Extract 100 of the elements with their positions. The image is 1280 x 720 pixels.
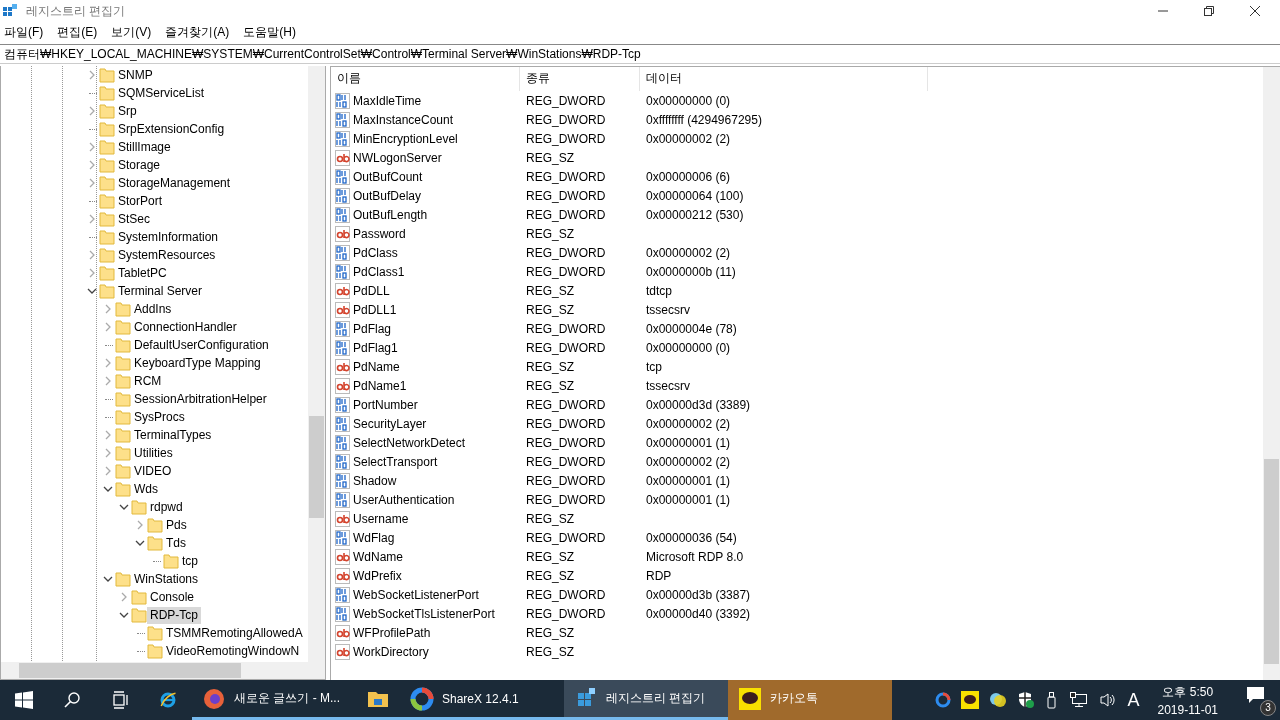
close-icon[interactable] <box>1250 6 1260 16</box>
tree-item[interactable]: TerminalTypes <box>131 426 215 444</box>
tree-item[interactable]: WinStations <box>131 570 202 588</box>
scrollbar[interactable] <box>1 662 325 679</box>
tree-item[interactable]: StillImage <box>115 138 174 156</box>
shield-icon[interactable] <box>1017 691 1036 709</box>
tree-item[interactable]: Storage <box>115 156 164 174</box>
chevron-right-icon[interactable] <box>87 268 97 278</box>
chevron-down-icon[interactable] <box>103 574 113 584</box>
tree-item[interactable]: tcp <box>179 552 201 570</box>
menu-item[interactable]: 도움말(H) <box>243 23 296 41</box>
value-name[interactable]: WebSocketListenerPort <box>353 587 479 602</box>
chevron-right-icon[interactable] <box>87 70 97 80</box>
value-name[interactable]: Username <box>353 511 409 526</box>
menu-item[interactable]: 편집(E) <box>57 23 98 41</box>
value-name[interactable]: SecurityLayer <box>353 416 427 431</box>
speaker-icon[interactable] <box>1099 691 1118 709</box>
tree-item[interactable]: StorPort <box>115 192 165 210</box>
value-name[interactable]: PdName1 <box>353 378 407 393</box>
value-name[interactable]: WFProfilePath <box>353 625 431 640</box>
tree-item[interactable]: VideoRemotingWindowN <box>163 642 303 660</box>
tree-item[interactable]: KeyboardType Mapping <box>131 354 264 372</box>
input-method-indicator[interactable]: A <box>1127 689 1140 711</box>
value-name[interactable]: SelectNetworkDetect <box>353 435 466 450</box>
value-name[interactable]: PdDLL1 <box>353 302 397 317</box>
tree-item[interactable]: Utilities <box>131 444 176 462</box>
chevron-down-icon[interactable] <box>103 484 113 494</box>
menu-item[interactable]: 파일(F) <box>4 23 44 41</box>
value-name[interactable]: WdFlag <box>353 530 395 545</box>
tree-item[interactable]: VIDEO <box>131 462 175 480</box>
value-name[interactable]: MaxInstanceCount <box>353 112 454 127</box>
value-name[interactable]: PdDLL <box>353 283 390 298</box>
taskbar-button[interactable]: 새로운 글쓰기 - M... <box>192 680 356 720</box>
chat-icon[interactable] <box>961 691 980 709</box>
tree-item[interactable]: SrpExtensionConfig <box>115 120 228 138</box>
notification-icon[interactable] <box>1246 686 1266 704</box>
chat-bubbles-icon[interactable] <box>989 691 1008 709</box>
tree-item[interactable]: SysProcs <box>131 408 188 426</box>
value-name[interactable]: UserAuthentication <box>353 492 455 507</box>
tree-item[interactable]: Terminal Server <box>115 282 206 300</box>
tree-item[interactable]: SystemInformation <box>115 228 222 246</box>
value-name[interactable]: WdName <box>353 549 403 564</box>
value-name[interactable]: PdClass <box>353 245 398 260</box>
value-name[interactable]: PdFlag <box>353 321 392 336</box>
tree-item[interactable]: StorageManagement <box>115 174 234 192</box>
tree-item[interactable]: Tds <box>163 534 189 552</box>
column-header[interactable]: 이름 <box>331 67 520 91</box>
menu-item[interactable]: 보기(V) <box>111 23 152 41</box>
column-header[interactable]: 데이터 <box>640 67 928 91</box>
tree-item[interactable]: Wds <box>131 480 161 498</box>
scrollbar[interactable] <box>308 66 325 662</box>
value-name[interactable]: PdName <box>353 359 400 374</box>
tree-item[interactable]: SystemResources <box>115 246 219 264</box>
tree-item[interactable]: SessionArbitrationHelper <box>131 390 270 408</box>
address-field[interactable]: 컴퓨터₩HKEY_LOCAL_MACHINE₩SYSTEM₩CurrentControlSet₩Control₩Terminal Server₩WinStations₩RDP-Tcp <box>0 44 1280 64</box>
tree-item[interactable]: TabletPC <box>115 264 170 282</box>
chevron-down-icon[interactable] <box>119 502 129 512</box>
value-name[interactable]: Shadow <box>353 473 397 488</box>
chevron-down-icon[interactable] <box>119 610 129 620</box>
clock-date[interactable]: 2019-11-01 <box>1157 702 1218 717</box>
value-name[interactable]: OutBufCount <box>353 169 423 184</box>
network-icon[interactable] <box>1069 691 1090 709</box>
tree-item[interactable]: SNMP <box>115 66 156 84</box>
scrollbar[interactable] <box>1263 67 1280 680</box>
sharex-tray-icon[interactable] <box>935 692 952 708</box>
value-name[interactable]: PdClass1 <box>353 264 405 279</box>
maximize-icon[interactable] <box>1204 6 1214 16</box>
tree-item[interactable]: Srp <box>115 102 140 120</box>
value-name[interactable]: PortNumber <box>353 397 418 412</box>
tree-item[interactable]: Console <box>147 588 198 606</box>
chevron-right-icon[interactable] <box>87 250 97 260</box>
value-name[interactable]: WorkDirectory <box>353 644 429 659</box>
chevron-down-icon[interactable] <box>87 286 97 296</box>
value-name[interactable]: NWLogonServer <box>353 150 442 165</box>
value-name[interactable]: PdFlag1 <box>353 340 398 355</box>
chevron-right-icon[interactable] <box>87 160 97 170</box>
tree-item[interactable]: rdpwd <box>147 498 186 516</box>
chevron-right-icon[interactable] <box>87 106 97 116</box>
chevron-right-icon[interactable] <box>87 214 97 224</box>
tree-item[interactable]: RDP-Tcp <box>147 606 201 624</box>
value-name[interactable]: OutBufDelay <box>353 188 422 203</box>
tree-item[interactable]: TSMMRemotingAllowedA <box>163 624 306 642</box>
chevron-down-icon[interactable] <box>135 538 145 548</box>
tree-item[interactable]: RCM <box>131 372 165 390</box>
clock-time[interactable]: 오후 5:50 <box>1162 683 1214 701</box>
value-name[interactable]: Password <box>353 226 406 241</box>
chevron-right-icon[interactable] <box>87 178 97 188</box>
value-name[interactable]: SelectTransport <box>353 454 438 469</box>
chevron-right-icon[interactable] <box>87 142 97 152</box>
value-name[interactable]: OutBufLength <box>353 207 428 222</box>
tree-item[interactable]: DefaultUserConfiguration <box>131 336 272 354</box>
tree-item[interactable]: SQMServiceList <box>115 84 208 102</box>
taskbar-button[interactable]: 카카오톡 <box>728 680 892 720</box>
value-name[interactable]: MaxIdleTime <box>353 93 422 108</box>
taskbar-button[interactable]: 레지스트리 편집기 <box>564 680 728 720</box>
value-name[interactable]: WebSocketTlsListenerPort <box>353 606 495 621</box>
value-name[interactable]: WdPrefix <box>353 568 402 583</box>
menu-item[interactable]: 즐겨찾기(A) <box>165 23 230 41</box>
tree-item[interactable]: ConnectionHandler <box>131 318 240 336</box>
tree-item[interactable]: AddIns <box>131 300 175 318</box>
